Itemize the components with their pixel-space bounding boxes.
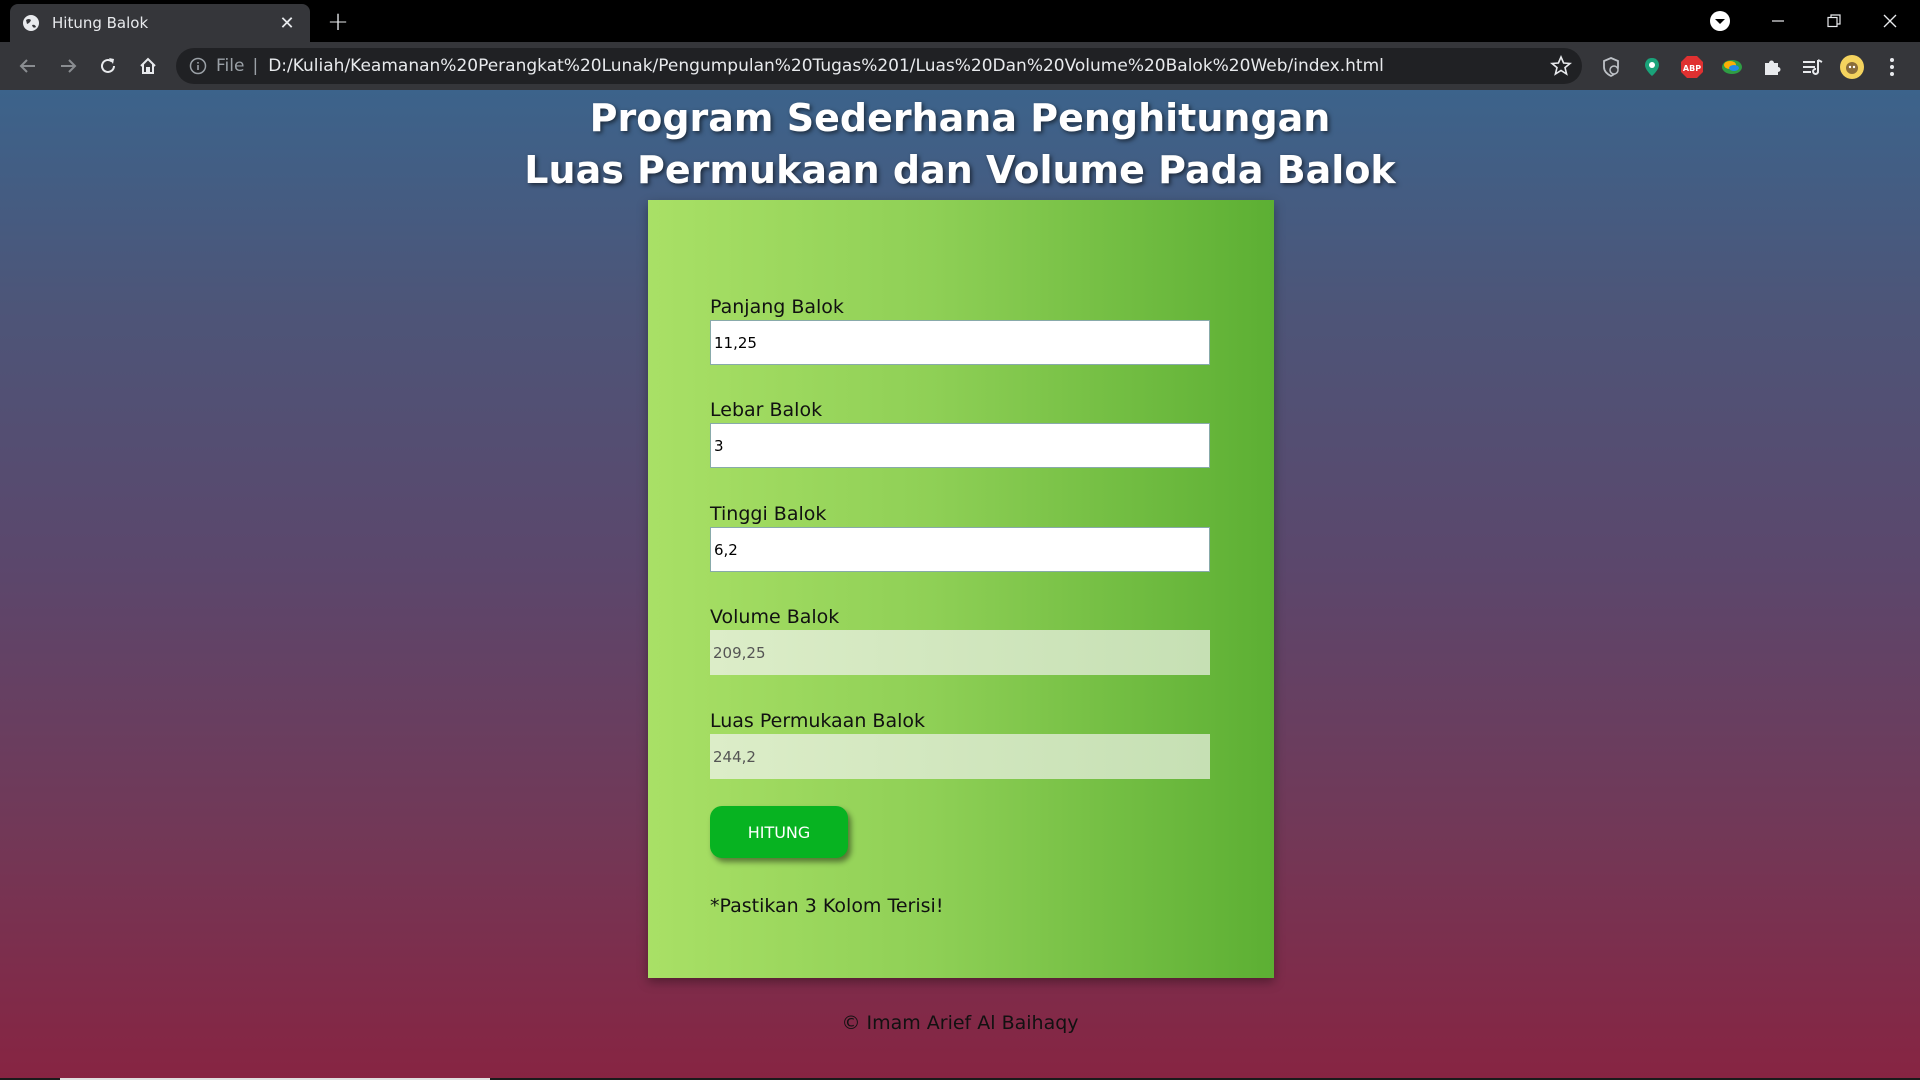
fill-note: *Pastikan 3 Kolom Terisi! [710,895,944,917]
reading-list-icon[interactable] [1799,54,1825,80]
calculator-card: Panjang Balok 11,25 Lebar Balok 3 Tinggi… [648,200,1274,978]
extensions-puzzle-icon[interactable] [1759,54,1785,80]
close-tab-icon[interactable]: ✕ [276,12,298,34]
profile-avatar-icon[interactable] [1839,54,1865,80]
address-bar[interactable]: File | D:/Kuliah/Keamanan%20Perangkat%20… [176,48,1582,84]
menu-kebab-icon[interactable] [1879,54,1905,80]
bookmark-star-icon[interactable] [1549,54,1573,77]
reload-button[interactable] [92,50,124,82]
tinggi-input[interactable]: 6,2 [710,527,1210,572]
restore-button[interactable] [1806,0,1862,42]
browser-tab[interactable]: Hitung Balok ✕ [10,4,310,42]
page-viewport: Program Sederhana Penghitungan Luas Perm… [0,90,1920,1080]
browser-titlebar: Hitung Balok ✕ + [0,0,1920,42]
panjang-label: Panjang Balok [710,296,844,318]
home-button[interactable] [132,50,164,82]
luas-label: Luas Permukaan Balok [710,710,925,732]
luas-output: 244,2 [710,734,1210,779]
volume-label: Volume Balok [710,606,840,628]
tab-search-icon[interactable] [1708,9,1732,33]
page-title-line2: Luas Permukaan dan Volume Pada Balok [524,148,1396,192]
page-title: Program Sederhana Penghitungan Luas Perm… [0,90,1920,196]
address-separator: | [252,56,259,76]
color-extension-icon[interactable] [1719,54,1745,80]
volume-output: 209,25 [710,630,1210,675]
globe-icon [22,14,40,32]
tinggi-label: Tinggi Balok [710,503,827,525]
hitung-button[interactable]: HITUNG [710,806,848,858]
adblock-plus-icon[interactable]: ABP [1679,54,1705,80]
address-scheme: File [216,56,245,76]
address-url[interactable]: D:/Kuliah/Keamanan%20Perangkat%20Lunak/P… [268,56,1384,76]
lebar-input[interactable]: 3 [710,423,1210,468]
tab-title: Hitung Balok [52,14,149,32]
forward-button[interactable] [52,50,84,82]
lebar-label: Lebar Balok [710,399,823,421]
back-button[interactable] [12,50,44,82]
close-window-button[interactable] [1862,0,1918,42]
shield-extension-icon[interactable] [1598,54,1624,80]
minimize-button[interactable] [1750,0,1806,42]
location-extension-icon[interactable] [1639,54,1665,80]
new-tab-button[interactable]: + [324,7,352,37]
info-icon[interactable] [188,56,208,76]
panjang-input[interactable]: 11,25 [710,320,1210,365]
adblock-label: ABP [1683,64,1701,73]
footer-credit: © Imam Arief Al Baihaqy [841,1012,1079,1034]
browser-toolbar: File | D:/Kuliah/Keamanan%20Perangkat%20… [0,42,1920,90]
page-title-line1: Program Sederhana Penghitungan [589,96,1331,140]
